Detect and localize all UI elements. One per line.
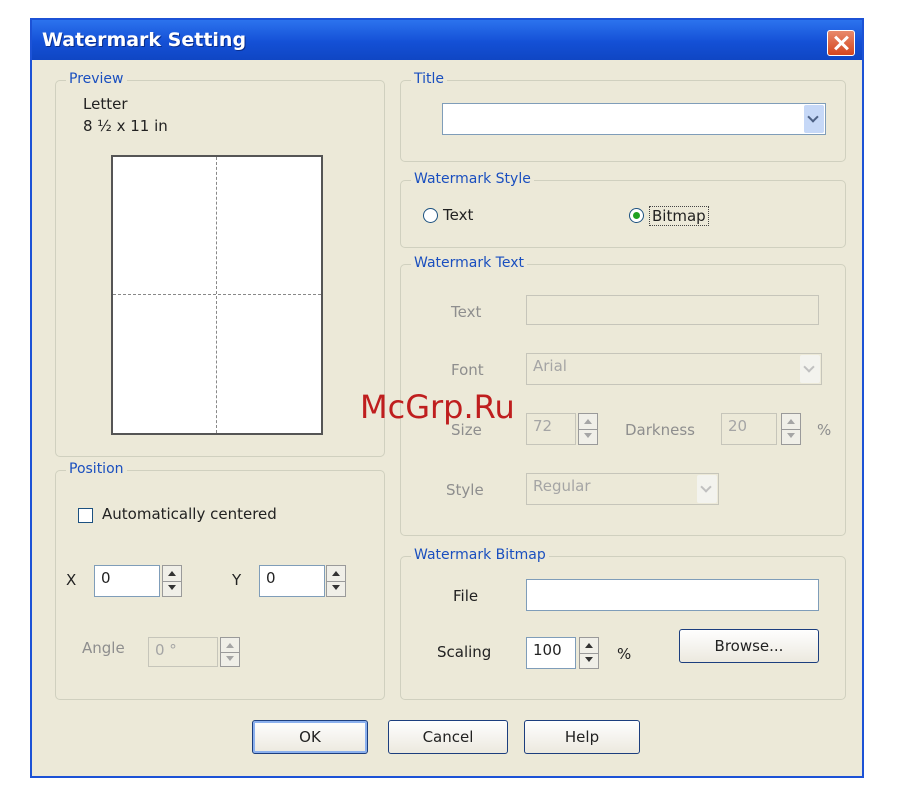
watermark-bitmap-group-label: Watermark Bitmap xyxy=(411,547,549,563)
style-combobox[interactable]: Regular xyxy=(526,473,719,505)
text-radio-label[interactable]: Text xyxy=(443,206,473,224)
text-input[interactable] xyxy=(526,295,819,325)
paper-size: 8 ½ x 11 in xyxy=(83,117,168,135)
chevron-down-icon[interactable] xyxy=(697,475,717,503)
y-input[interactable]: 0 xyxy=(259,565,325,597)
file-label: File xyxy=(453,587,479,605)
font-label: Font xyxy=(451,361,484,379)
scaling-label: Scaling xyxy=(437,643,492,661)
preview-group: Preview Letter 8 ½ x 11 in xyxy=(55,71,385,457)
preview-group-label: Preview xyxy=(66,71,127,87)
spin-up-icon[interactable] xyxy=(327,566,345,582)
spin-down-icon[interactable] xyxy=(163,581,181,596)
chevron-down-icon[interactable] xyxy=(800,355,820,383)
angle-label: Angle xyxy=(82,639,125,657)
darkness-input[interactable]: 20 xyxy=(721,413,777,445)
spin-down-icon[interactable] xyxy=(327,581,345,596)
bitmap-radio[interactable] xyxy=(629,208,644,223)
close-button[interactable] xyxy=(827,30,855,56)
watermark-style-group: Watermark Style Text Bitmap xyxy=(400,171,846,248)
spin-up-icon[interactable] xyxy=(163,566,181,582)
x-label: X xyxy=(66,571,77,589)
text-label: Text xyxy=(451,303,482,321)
watermark-bitmap-group: Watermark Bitmap File Scaling 100 % Brow… xyxy=(400,547,846,700)
chevron-down-icon[interactable] xyxy=(804,105,824,133)
help-button[interactable]: Help xyxy=(524,720,640,754)
auto-centered-checkbox[interactable] xyxy=(78,508,93,523)
position-group: Position Automatically centered X 0 Y 0 … xyxy=(55,461,385,700)
darkness-spinner[interactable] xyxy=(781,413,801,445)
spin-up-icon[interactable] xyxy=(221,638,239,653)
x-input[interactable]: 0 xyxy=(94,565,160,597)
spin-down-icon[interactable] xyxy=(782,429,800,444)
scaling-input[interactable]: 100 xyxy=(526,637,576,669)
darkness-unit: % xyxy=(817,421,832,439)
title-combobox[interactable] xyxy=(442,103,826,135)
scaling-spinner[interactable] xyxy=(579,637,599,669)
position-group-label: Position xyxy=(66,461,127,477)
spin-up-icon[interactable] xyxy=(782,414,800,430)
darkness-label: Darkness xyxy=(625,421,695,439)
vertical-guide xyxy=(216,157,217,433)
angle-input[interactable]: 0 ° xyxy=(148,637,218,667)
size-input[interactable]: 72 xyxy=(526,413,576,445)
file-input[interactable] xyxy=(526,579,819,611)
title-group: Title xyxy=(400,71,846,162)
horizontal-guide xyxy=(113,294,321,295)
spin-down-icon[interactable] xyxy=(579,429,597,444)
x-spinner[interactable] xyxy=(162,565,182,597)
scaling-unit: % xyxy=(617,645,632,663)
ok-button[interactable]: OK xyxy=(252,720,368,754)
bitmap-radio-label[interactable]: Bitmap xyxy=(649,206,709,226)
spin-up-icon[interactable] xyxy=(580,638,598,654)
y-label: Y xyxy=(232,571,242,589)
browse-button[interactable]: Browse... xyxy=(679,629,819,663)
window-title: Watermark Setting xyxy=(42,29,247,51)
spin-down-icon[interactable] xyxy=(221,652,239,666)
font-combobox[interactable]: Arial xyxy=(526,353,822,385)
auto-centered-label[interactable]: Automatically centered xyxy=(102,505,277,523)
title-group-label: Title xyxy=(411,71,448,87)
cancel-button[interactable]: Cancel xyxy=(388,720,508,754)
size-spinner[interactable] xyxy=(578,413,598,445)
text-radio[interactable] xyxy=(423,208,438,223)
watermark-style-group-label: Watermark Style xyxy=(411,171,534,187)
watermark-text-group-label: Watermark Text xyxy=(411,255,527,271)
spin-up-icon[interactable] xyxy=(579,414,597,430)
title-bar[interactable]: Watermark Setting xyxy=(32,20,862,60)
angle-spinner[interactable] xyxy=(220,637,240,667)
overlay-watermark-text: McGrp.Ru xyxy=(360,388,515,426)
paper-name: Letter xyxy=(83,95,128,113)
spin-down-icon[interactable] xyxy=(580,653,598,668)
page-preview xyxy=(111,155,323,435)
y-spinner[interactable] xyxy=(326,565,346,597)
style-label: Style xyxy=(446,481,484,499)
